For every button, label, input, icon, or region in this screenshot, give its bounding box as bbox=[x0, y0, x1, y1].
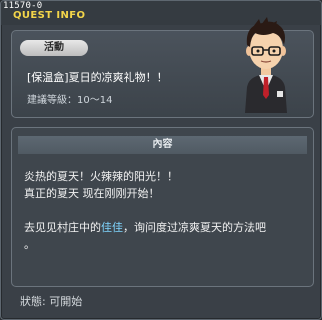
description-line-3: 去见见村庄中的佳佳，询问度过凉爽夏天的方法吧 bbox=[24, 219, 309, 236]
quest-description: 炎热的夏天！火辣辣的阳光！！ 真正的夏天 现在刚刚开始！ 去见见村庄中的佳佳，询… bbox=[24, 168, 309, 253]
description-line-2: 真正的夏天 现在刚刚开始！ bbox=[24, 187, 160, 200]
description-line-3-prefix: 去见见村庄中的 bbox=[24, 221, 101, 234]
description-line-3-suffix: ，询问度过凉爽夏天的方法吧 bbox=[123, 221, 266, 234]
category-badge: 活動 bbox=[20, 40, 88, 56]
description-spacer bbox=[24, 202, 309, 219]
npc-name-link[interactable]: 佳佳 bbox=[101, 221, 123, 234]
content-header: 內容 bbox=[18, 136, 307, 154]
npc-portrait-icon bbox=[245, 17, 287, 113]
description-line-4: 。 bbox=[24, 238, 35, 251]
description-line-1: 炎热的夏天！火辣辣的阳光！！ bbox=[24, 170, 178, 183]
quest-info-window: 11570-0 QUEST INFO 活動 [保温盒]夏日的凉爽礼物！！ 建議等… bbox=[0, 0, 322, 320]
quest-title: [保温盒]夏日的凉爽礼物！！ bbox=[27, 71, 168, 84]
quest-content-panel: 內容 炎热的夏天！火辣辣的阳光！！ 真正的夏天 现在刚刚开始！ 去见见村庄中的佳… bbox=[11, 127, 314, 287]
recommended-level: 建議等級：10～14 bbox=[27, 95, 113, 106]
quest-status: 狀態: 可開始 bbox=[20, 295, 83, 308]
window-title: QUEST INFO bbox=[13, 10, 86, 21]
